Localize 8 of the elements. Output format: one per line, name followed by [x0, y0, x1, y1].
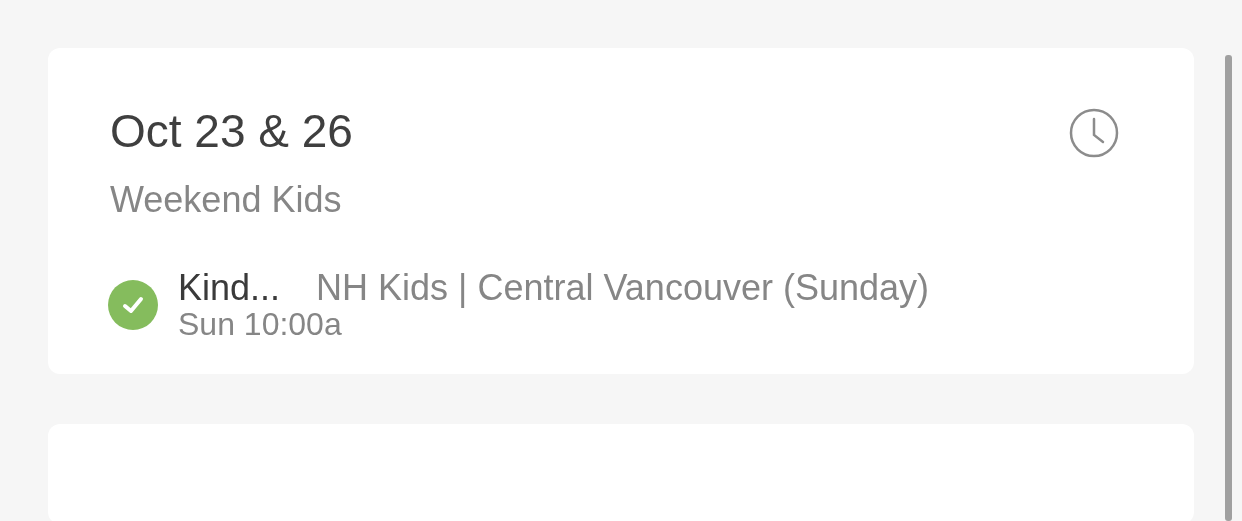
team-name: NH Kids | Central Vancouver (Sunday): [316, 267, 929, 308]
position-name: Kind...: [178, 267, 281, 308]
scrollbar[interactable]: [1225, 55, 1232, 521]
clock-icon[interactable]: [1069, 108, 1119, 158]
service-time: Sun 10:00a: [178, 307, 343, 343]
schedule-card[interactable]: Oct 23 & 26 Weekend Kids Kind... NH Kids | Central Vancouver (Sunday) Sun 10:00a: [48, 48, 1194, 375]
card-date: Oct 23 & 26: [110, 106, 353, 157]
service-type: Weekend Kids: [110, 180, 343, 220]
